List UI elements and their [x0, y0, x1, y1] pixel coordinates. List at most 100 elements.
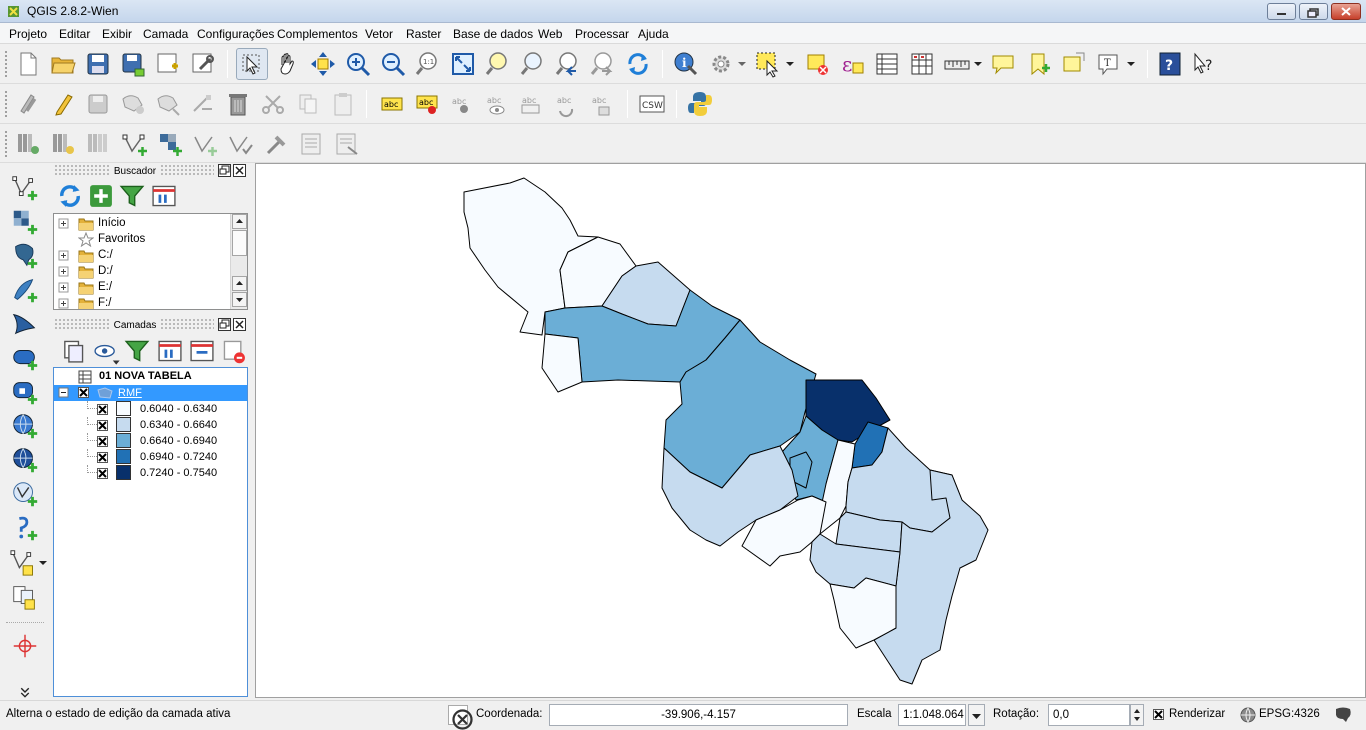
deselect-icon[interactable]: [802, 49, 832, 79]
expand-all-icon[interactable]: [155, 336, 182, 362]
select-dropdown-arrow[interactable]: [785, 49, 795, 79]
label-pin-icon[interactable]: abc: [412, 89, 442, 119]
current-edits-icon[interactable]: [13, 89, 43, 119]
legend-item[interactable]: 0.6040 - 0.6340: [54, 401, 247, 417]
scroll-up-button-2[interactable]: [232, 276, 247, 291]
menu-processar[interactable]: Processar: [575, 27, 629, 41]
rmf-map[interactable]: [256, 164, 1365, 697]
add-db2-layer-icon[interactable]: [10, 377, 42, 409]
crs-globe-icon[interactable]: [1240, 707, 1256, 723]
layers-float-button[interactable]: [218, 318, 231, 331]
scroll-thumb[interactable]: [232, 230, 247, 256]
digitize-7-icon[interactable]: [225, 129, 255, 159]
zoom-to-layer-icon[interactable]: [518, 49, 548, 79]
save-project-icon[interactable]: [83, 49, 113, 79]
menu-vetor[interactable]: Vetor: [365, 27, 393, 41]
legend-item-checkbox[interactable]: [97, 452, 108, 463]
csw-icon[interactable]: CSW: [637, 89, 667, 119]
measure-dropdown-arrow[interactable]: [973, 49, 983, 79]
menu-camada[interactable]: Camada: [143, 27, 188, 41]
browser-scrollbar[interactable]: [230, 214, 247, 309]
label-show-hide-icon[interactable]: abc: [482, 89, 512, 119]
browser-filter-icon[interactable]: [117, 181, 145, 207]
digitize-3-icon[interactable]: [83, 129, 113, 159]
map-tip-icon[interactable]: [988, 49, 1018, 79]
map-canvas[interactable]: [255, 163, 1366, 698]
zoom-last-icon[interactable]: [553, 49, 583, 79]
visibility-eye-icon[interactable]: [91, 336, 120, 365]
new-layer-dropdown-arrow[interactable]: [38, 547, 48, 577]
add-virtual-layer-icon[interactable]: [10, 581, 42, 613]
rotation-field[interactable]: 0,0: [1048, 704, 1130, 726]
label-rotate-icon[interactable]: abc: [552, 89, 582, 119]
move-feature-icon[interactable]: [153, 89, 183, 119]
add-postgis-layer-icon[interactable]: [10, 241, 42, 273]
add-oracle-layer-icon[interactable]: [10, 343, 42, 375]
digitize-5-icon[interactable]: [155, 129, 185, 159]
pan-selection-icon[interactable]: [236, 48, 268, 80]
add-wms-layer-icon[interactable]: [10, 411, 42, 443]
action-gear-icon[interactable]: [706, 49, 736, 79]
save-as-icon[interactable]: [118, 49, 148, 79]
composer-manager-icon[interactable]: [188, 49, 218, 79]
legend-item-checkbox[interactable]: [97, 436, 108, 447]
text-annotation-icon[interactable]: T: [1095, 49, 1125, 79]
zoom-out-icon[interactable]: [378, 49, 408, 79]
collapse-all-icon[interactable]: [187, 336, 214, 362]
digitize-2-icon[interactable]: [48, 129, 78, 159]
zoom-to-selection-icon[interactable]: [483, 49, 513, 79]
coordinate-capture-icon[interactable]: [10, 631, 42, 663]
add-raster-layer-icon[interactable]: [10, 207, 42, 239]
legend-item[interactable]: 0.6340 - 0.6640: [54, 417, 247, 433]
legend-item-checkbox[interactable]: [97, 404, 108, 415]
add-spatialite-layer-icon[interactable]: [10, 275, 42, 307]
layer-visibility-checkbox[interactable]: [78, 387, 89, 398]
digitize-6-icon[interactable]: [190, 129, 220, 159]
paste-features-icon[interactable]: [328, 89, 358, 119]
layer-labeling-icon[interactable]: abc: [377, 89, 407, 119]
scale-field[interactable]: 1:1.048.064: [898, 704, 966, 726]
digitize-9-icon[interactable]: [297, 129, 327, 159]
label-change-icon[interactable]: abc: [587, 89, 617, 119]
zoom-in-icon[interactable]: [343, 49, 373, 79]
layers-close-button[interactable]: [233, 318, 246, 331]
menu-base-de-dados[interactable]: Base de dados: [453, 27, 533, 41]
render-checkbox[interactable]: [1153, 709, 1164, 720]
legend-item[interactable]: 0.6940 - 0.7240: [54, 449, 247, 465]
browser-collapse-icon[interactable]: [149, 181, 176, 207]
pan-to-selection-icon[interactable]: [308, 49, 338, 79]
cut-features-icon[interactable]: [258, 89, 288, 119]
menu-projeto[interactable]: Projeto: [9, 27, 47, 41]
toolbar-grip[interactable]: [4, 50, 8, 78]
zoom-full-icon[interactable]: [448, 49, 478, 79]
delete-selected-icon[interactable]: [223, 89, 253, 119]
toggle-editing-icon[interactable]: [48, 89, 78, 119]
whats-this-icon[interactable]: ?: [1190, 49, 1220, 79]
digitize-1-icon[interactable]: [13, 129, 43, 159]
action-dropdown-arrow[interactable]: [737, 49, 747, 79]
close-button[interactable]: [1331, 3, 1361, 20]
save-edits-icon[interactable]: [83, 89, 113, 119]
expression-icon[interactable]: ε: [837, 49, 867, 79]
refresh-icon[interactable]: [623, 49, 653, 79]
crs-label[interactable]: EPSG:4326: [1259, 708, 1320, 720]
open-project-icon[interactable]: [48, 49, 78, 79]
identify-icon[interactable]: i: [671, 49, 701, 79]
messages-icon[interactable]: [1334, 706, 1352, 724]
menu-complementos[interactable]: Complementos: [277, 27, 358, 41]
municipality-polygon[interactable]: [541, 333, 583, 393]
more-tools-chevron-icon[interactable]: [10, 677, 42, 698]
add-wfs-layer-icon[interactable]: [10, 479, 42, 511]
layers-filter-icon[interactable]: [122, 336, 150, 362]
menu-editar[interactable]: Editar: [59, 27, 90, 41]
add-delimited-text-layer-icon[interactable]: [10, 513, 42, 545]
label-highlight-icon[interactable]: abc: [447, 89, 477, 119]
menu-web[interactable]: Web: [538, 27, 562, 41]
select-features-icon[interactable]: [753, 49, 783, 79]
new-project-icon[interactable]: [13, 49, 43, 79]
legend-item-checkbox[interactable]: [97, 420, 108, 431]
field-calculator-icon[interactable]: [907, 49, 937, 79]
menu-ajuda[interactable]: Ajuda: [638, 27, 669, 41]
digitize-8-icon[interactable]: [262, 129, 292, 159]
menu-raster[interactable]: Raster: [406, 27, 441, 41]
